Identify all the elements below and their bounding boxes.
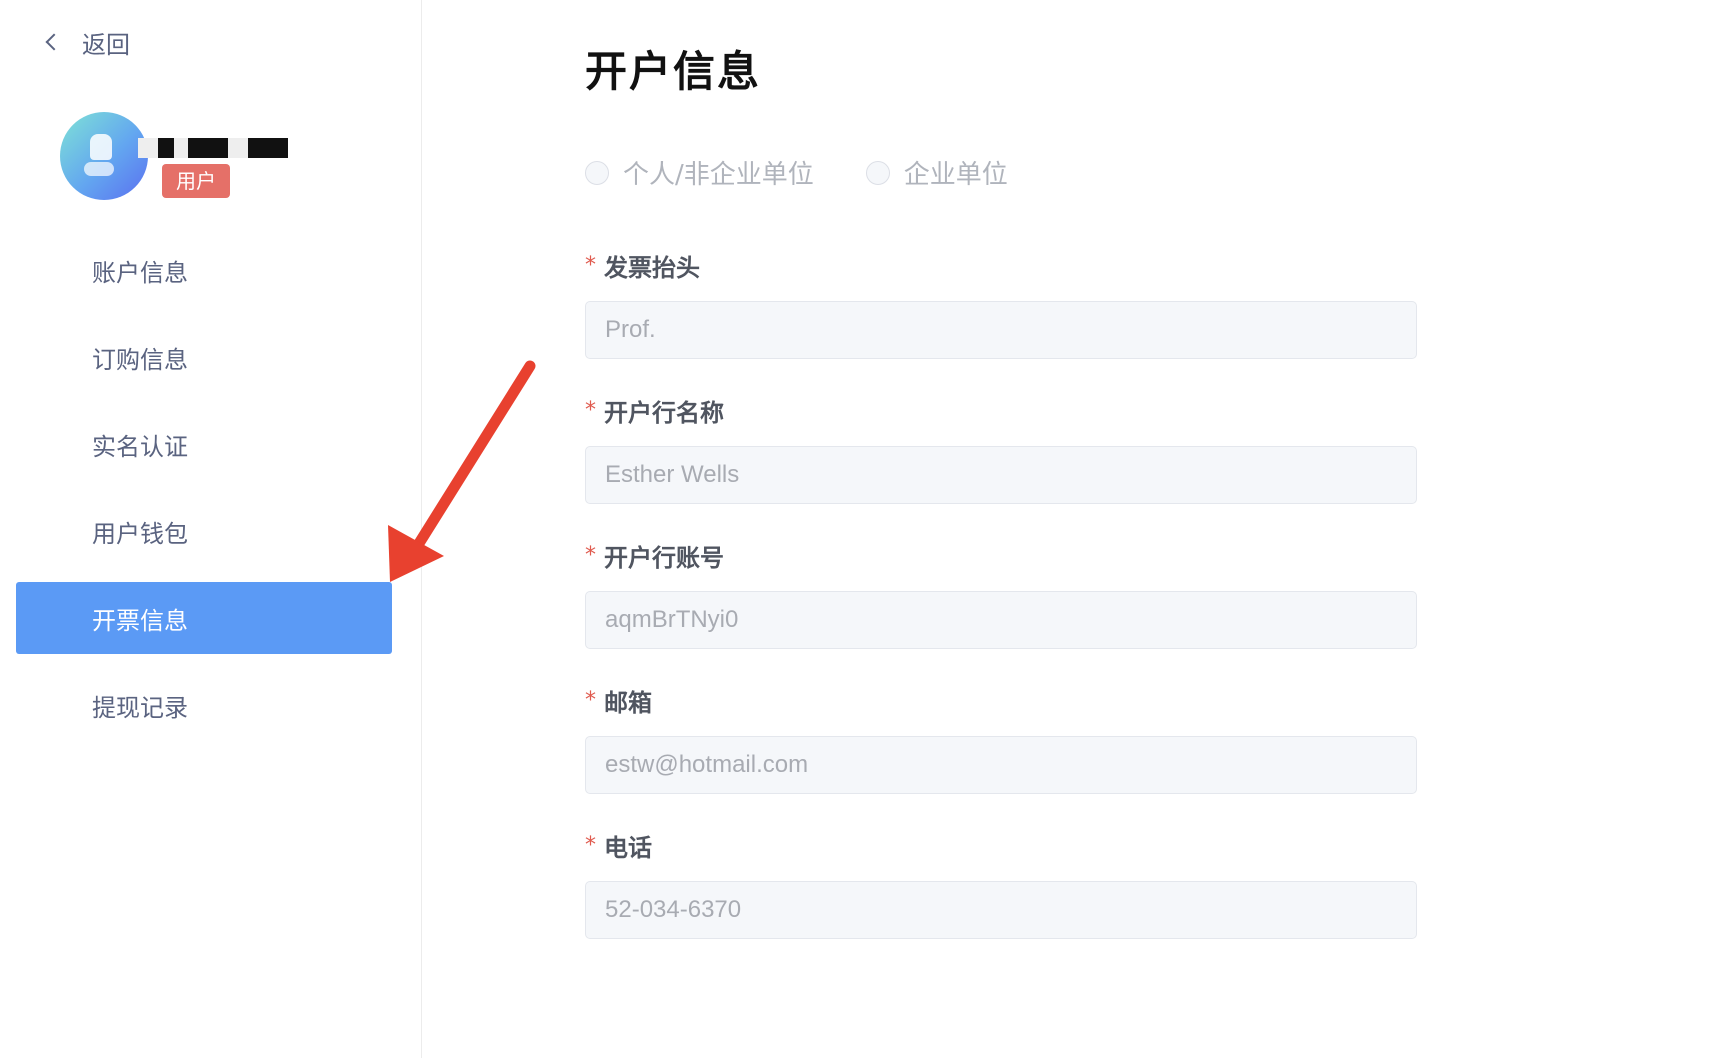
role-badge: 用户 — [162, 164, 230, 198]
radio-circle-icon[interactable] — [585, 160, 609, 185]
bank-account-input[interactable] — [585, 591, 1417, 649]
main-content: 开户信息 个人/非企业单位 企业单位 * 发票抬头 * 开户行名称 * 开户行账… — [585, 0, 1585, 1058]
email-field: * 邮箱 — [585, 683, 1417, 794]
user-profile: 用户 — [60, 112, 360, 202]
phone-input[interactable] — [585, 881, 1417, 939]
field-label: * 发票抬头 — [585, 252, 700, 282]
page-title: 开户信息 — [585, 47, 762, 96]
sidebar-item-user-wallet[interactable]: 用户钱包 — [16, 495, 392, 567]
chevron-left-icon — [45, 33, 63, 51]
invoice-title-input[interactable] — [585, 301, 1417, 359]
entity-type-radio-group: 个人/非企业单位 企业单位 — [585, 154, 1060, 191]
avatar — [60, 112, 148, 200]
back-button[interactable]: 返回 — [42, 22, 130, 62]
field-label: * 邮箱 — [585, 687, 652, 717]
field-label: * 电话 — [585, 832, 652, 862]
radio-circle-icon[interactable] — [865, 160, 890, 185]
sidebar-item-order-info[interactable]: 订购信息 — [16, 321, 392, 393]
invoice-title-field: * 发票抬头 — [585, 248, 1417, 359]
email-input[interactable] — [585, 736, 1417, 794]
sidebar-item-withdrawal-records[interactable]: 提现记录 — [16, 669, 392, 741]
field-label: * 开户行名称 — [585, 397, 724, 427]
sidebar-item-invoice-info[interactable]: 开票信息 — [16, 582, 392, 654]
radio-enterprise[interactable]: 企业单位 — [865, 154, 1008, 191]
bank-name-field: * 开户行名称 — [585, 393, 1417, 504]
bank-name-input[interactable] — [585, 446, 1417, 504]
bank-account-field: * 开户行账号 — [585, 538, 1417, 649]
sidebar-item-account-info[interactable]: 账户信息 — [16, 234, 392, 306]
username-redacted — [138, 130, 288, 166]
field-label: * 开户行账号 — [585, 542, 724, 572]
sidebar-item-real-name-verification[interactable]: 实名认证 — [16, 408, 392, 480]
sidebar: 返回 用户 账户信息 订购信息 实名认证 用户钱包 开票信息 提现记录 — [0, 0, 422, 1058]
phone-field: * 电话 — [585, 828, 1417, 939]
radio-personal[interactable]: 个人/非企业单位 — [585, 154, 814, 191]
sidebar-nav: 账户信息 订购信息 实名认证 用户钱包 开票信息 提现记录 — [16, 234, 392, 756]
back-label: 返回 — [82, 30, 130, 59]
